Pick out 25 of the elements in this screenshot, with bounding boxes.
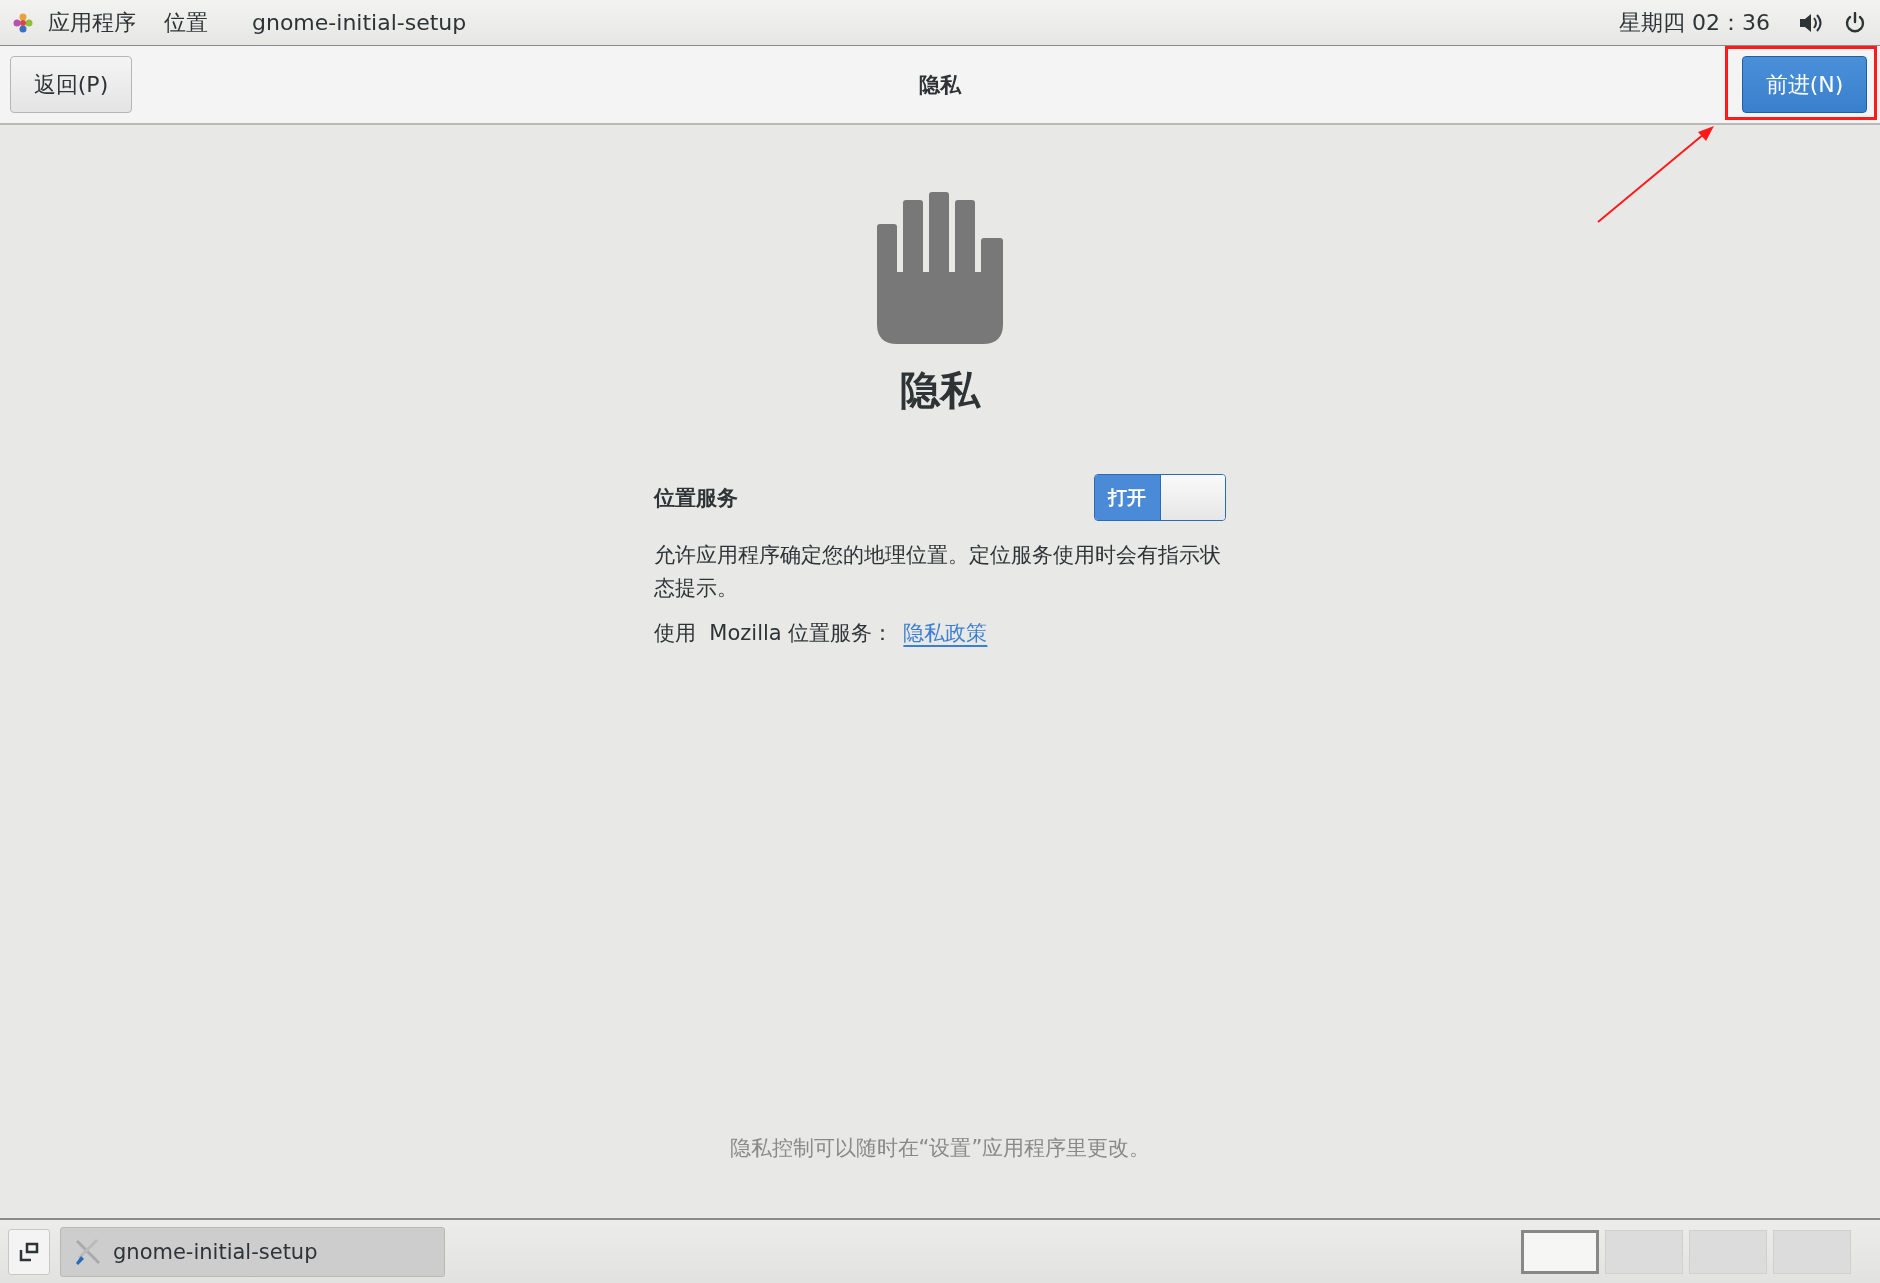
show-desktop-button[interactable] (8, 1228, 50, 1275)
top-menu-item[interactable]: 位置 (150, 7, 222, 38)
volume-icon[interactable] (1798, 11, 1822, 34)
window-switch-icon (19, 1241, 39, 1262)
back-button[interactable]: 返回(P) (10, 56, 132, 113)
tools-icon (73, 1236, 103, 1267)
workspace-thumbnail[interactable] (1773, 1229, 1851, 1274)
next-button[interactable]: 前进(N) (1742, 56, 1867, 113)
location-description: 允许应用程序确定您的地理位置。定位服务使用时会有指示状态提示。 (654, 542, 1222, 602)
clock[interactable]: 星期四 02：36 (1619, 7, 1770, 38)
provider-text: 使用 Mozilla 位置服务： (654, 620, 894, 647)
taskbar-window-button[interactable]: gnome-initial-setup (60, 1226, 445, 1277)
footer-note: 隐私控制可以随时在“设置”应用程序里更改。 (729, 1135, 1151, 1162)
header-title: 隐私 (919, 71, 961, 99)
workspace-thumbnail[interactable] (1521, 1229, 1599, 1274)
workspace-thumbnail[interactable] (1689, 1229, 1767, 1274)
location-toggle[interactable]: 打开 (1094, 474, 1226, 521)
top-menu-item[interactable]: 应用程序 (34, 7, 150, 38)
workspace-thumbnail[interactable] (1605, 1229, 1683, 1274)
hand-icon (877, 192, 1003, 344)
app-menu-icon (12, 11, 34, 34)
page-heading: 隐私 (900, 366, 980, 414)
location-services-label: 位置服务 (654, 484, 738, 512)
window-title-menu[interactable]: gnome-initial-setup (238, 10, 481, 35)
power-icon[interactable] (1844, 11, 1866, 34)
